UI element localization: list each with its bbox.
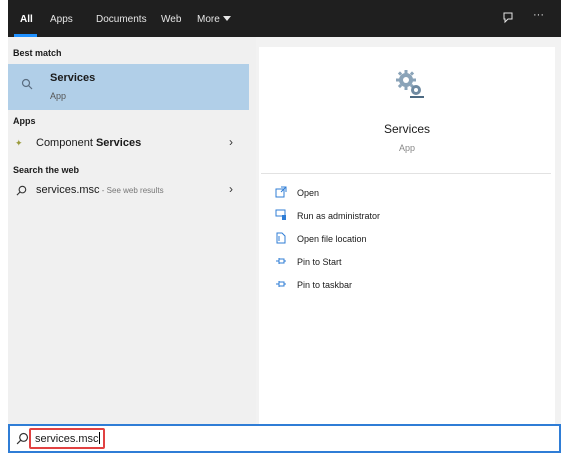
component-services-icon: ✦ [15,138,23,148]
app-type: App [398,143,415,153]
feedback-icon[interactable] [502,12,514,24]
tab-web[interactable]: Web [161,0,181,37]
label-prefix: Component [36,137,96,149]
action-label: Pin to Start [297,257,342,267]
list-item-label: services.msc - See web results [36,184,164,196]
file-location-icon [276,232,286,244]
tab-more-label: More [197,14,220,25]
results-panel: Best match Services App Apps ✦ Component… [8,37,256,424]
action-label: Pin to taskbar [297,280,353,290]
web-suffix: - See web results [99,186,164,195]
apps-header: Apps [13,116,36,126]
action-label: Run as administrator [297,211,381,221]
app-title: Services [383,122,430,136]
search-icon [16,185,27,196]
best-match-header: Best match [13,48,62,58]
chevron-right-icon[interactable]: › [229,182,233,196]
list-item-label: Component Services [36,137,141,149]
divider [261,173,551,174]
run-as-admin-icon [275,209,286,220]
preview-panel: Services App Open Run as administrator O… [256,37,561,424]
services-gear-icon [396,70,424,98]
pin-icon [276,258,286,264]
text-cursor [98,432,100,444]
tab-documents[interactable]: Documents [96,0,147,37]
tab-more[interactable]: More [197,0,231,37]
chevron-down-icon [222,16,231,21]
app-preview-card: Services App Open Run as administrator O… [259,47,555,424]
pin-icon [276,281,286,287]
list-item-web-search[interactable]: services.msc - See web results › [8,181,249,201]
best-match-subtitle: App [50,91,67,101]
best-match-result[interactable]: Services App [8,64,249,110]
search-filter-bar: All Apps Documents Web More ··· [8,0,561,37]
action-label: Open file location [297,234,367,244]
best-match-title: Services [50,72,96,84]
search-box[interactable]: services.msc [8,424,561,453]
search-web-header: Search the web [13,165,80,175]
search-icon [16,432,29,445]
more-options-icon[interactable]: ··· [533,9,544,21]
services-search-icon [21,78,33,90]
list-item-component-services[interactable]: ✦ Component Services › [8,134,249,154]
chevron-right-icon[interactable]: › [229,135,233,149]
tab-apps[interactable]: Apps [50,0,73,37]
search-input[interactable]: services.msc [35,432,100,445]
open-icon [275,186,287,198]
tab-all[interactable]: All [20,0,33,37]
action-label: Open [297,188,320,198]
label-match: Services [95,137,142,149]
web-query: services.msc [36,184,100,196]
search-value: services.msc [35,433,99,445]
